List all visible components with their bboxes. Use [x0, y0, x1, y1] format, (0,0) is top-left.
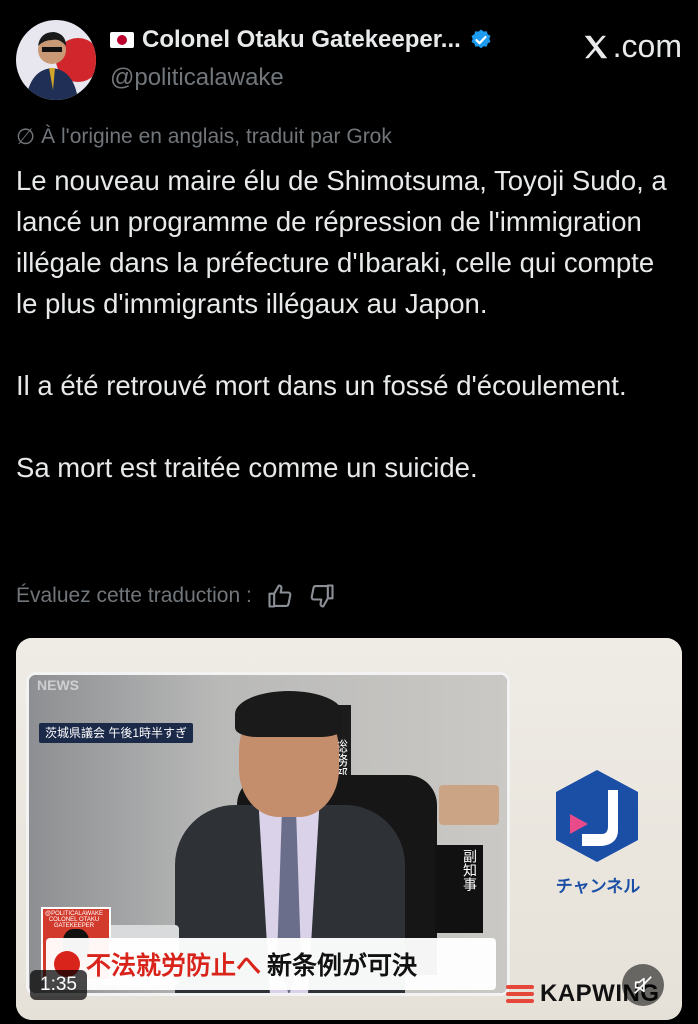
video-player[interactable]: NEWS 茨城県議会 午後1時半すぎ 総務部 副知事 @POLITICALAWA…	[16, 638, 682, 1020]
video-duration: 1:35	[30, 970, 87, 1000]
tweet-paragraph: Il a été retrouvé mort dans un fossé d'é…	[16, 370, 627, 401]
caption-red-text: 不法就労防止へ	[86, 952, 262, 980]
video-caption: 不法就労防止へ 新条例が可決	[46, 938, 496, 990]
tweet-body: Le nouveau maire élu de Shimotsuma, Toyo…	[16, 160, 682, 488]
thumbs-down-icon[interactable]	[308, 582, 336, 610]
translate-icon: ∅	[16, 124, 36, 149]
x-com-logo: .com	[581, 28, 682, 65]
tweet-header: Colonel Otaku Gatekeeper... @politicalaw…	[16, 20, 682, 100]
rate-translation: Évaluez cette traduction :	[16, 582, 336, 610]
japan-flag-icon	[110, 32, 134, 48]
x-com-text: .com	[612, 28, 682, 64]
caption-black-text: 新条例が可決	[267, 952, 418, 980]
location-tag: 茨城県議会 午後1時半すぎ	[39, 723, 194, 743]
news-tag: NEWS	[37, 677, 79, 693]
tweet-paragraph: Le nouveau maire élu de Shimotsuma, Toyo…	[16, 165, 667, 319]
j-channel-logo-icon	[556, 770, 638, 862]
x-logo-icon	[584, 35, 607, 58]
channel-label: チャンネル	[555, 877, 641, 896]
tweet-paragraph: Sa mort est traitée comme un suicide.	[16, 452, 478, 483]
mute-icon	[634, 976, 652, 994]
translation-note: ∅ À l'origine en anglais, traduit par Gr…	[16, 124, 392, 150]
rate-translation-label: Évaluez cette traduction :	[16, 584, 252, 607]
kapwing-logo-icon	[506, 985, 534, 1003]
watermark-text: @POLITICALAWAKE COLONEL OTAKU GATEKEEPER	[45, 911, 103, 929]
translation-note-text: À l'origine en anglais, traduit par Grok	[41, 125, 392, 148]
author-avatar[interactable]	[16, 20, 96, 100]
thumbs-up-icon[interactable]	[266, 582, 294, 610]
author-display-name[interactable]: Colonel Otaku Gatekeeper...	[142, 26, 461, 54]
nameplate: 副知事	[435, 845, 483, 933]
mute-button[interactable]	[622, 964, 664, 1006]
verified-badge-icon	[471, 29, 491, 49]
author-handle[interactable]: @politicalawake	[110, 64, 284, 92]
